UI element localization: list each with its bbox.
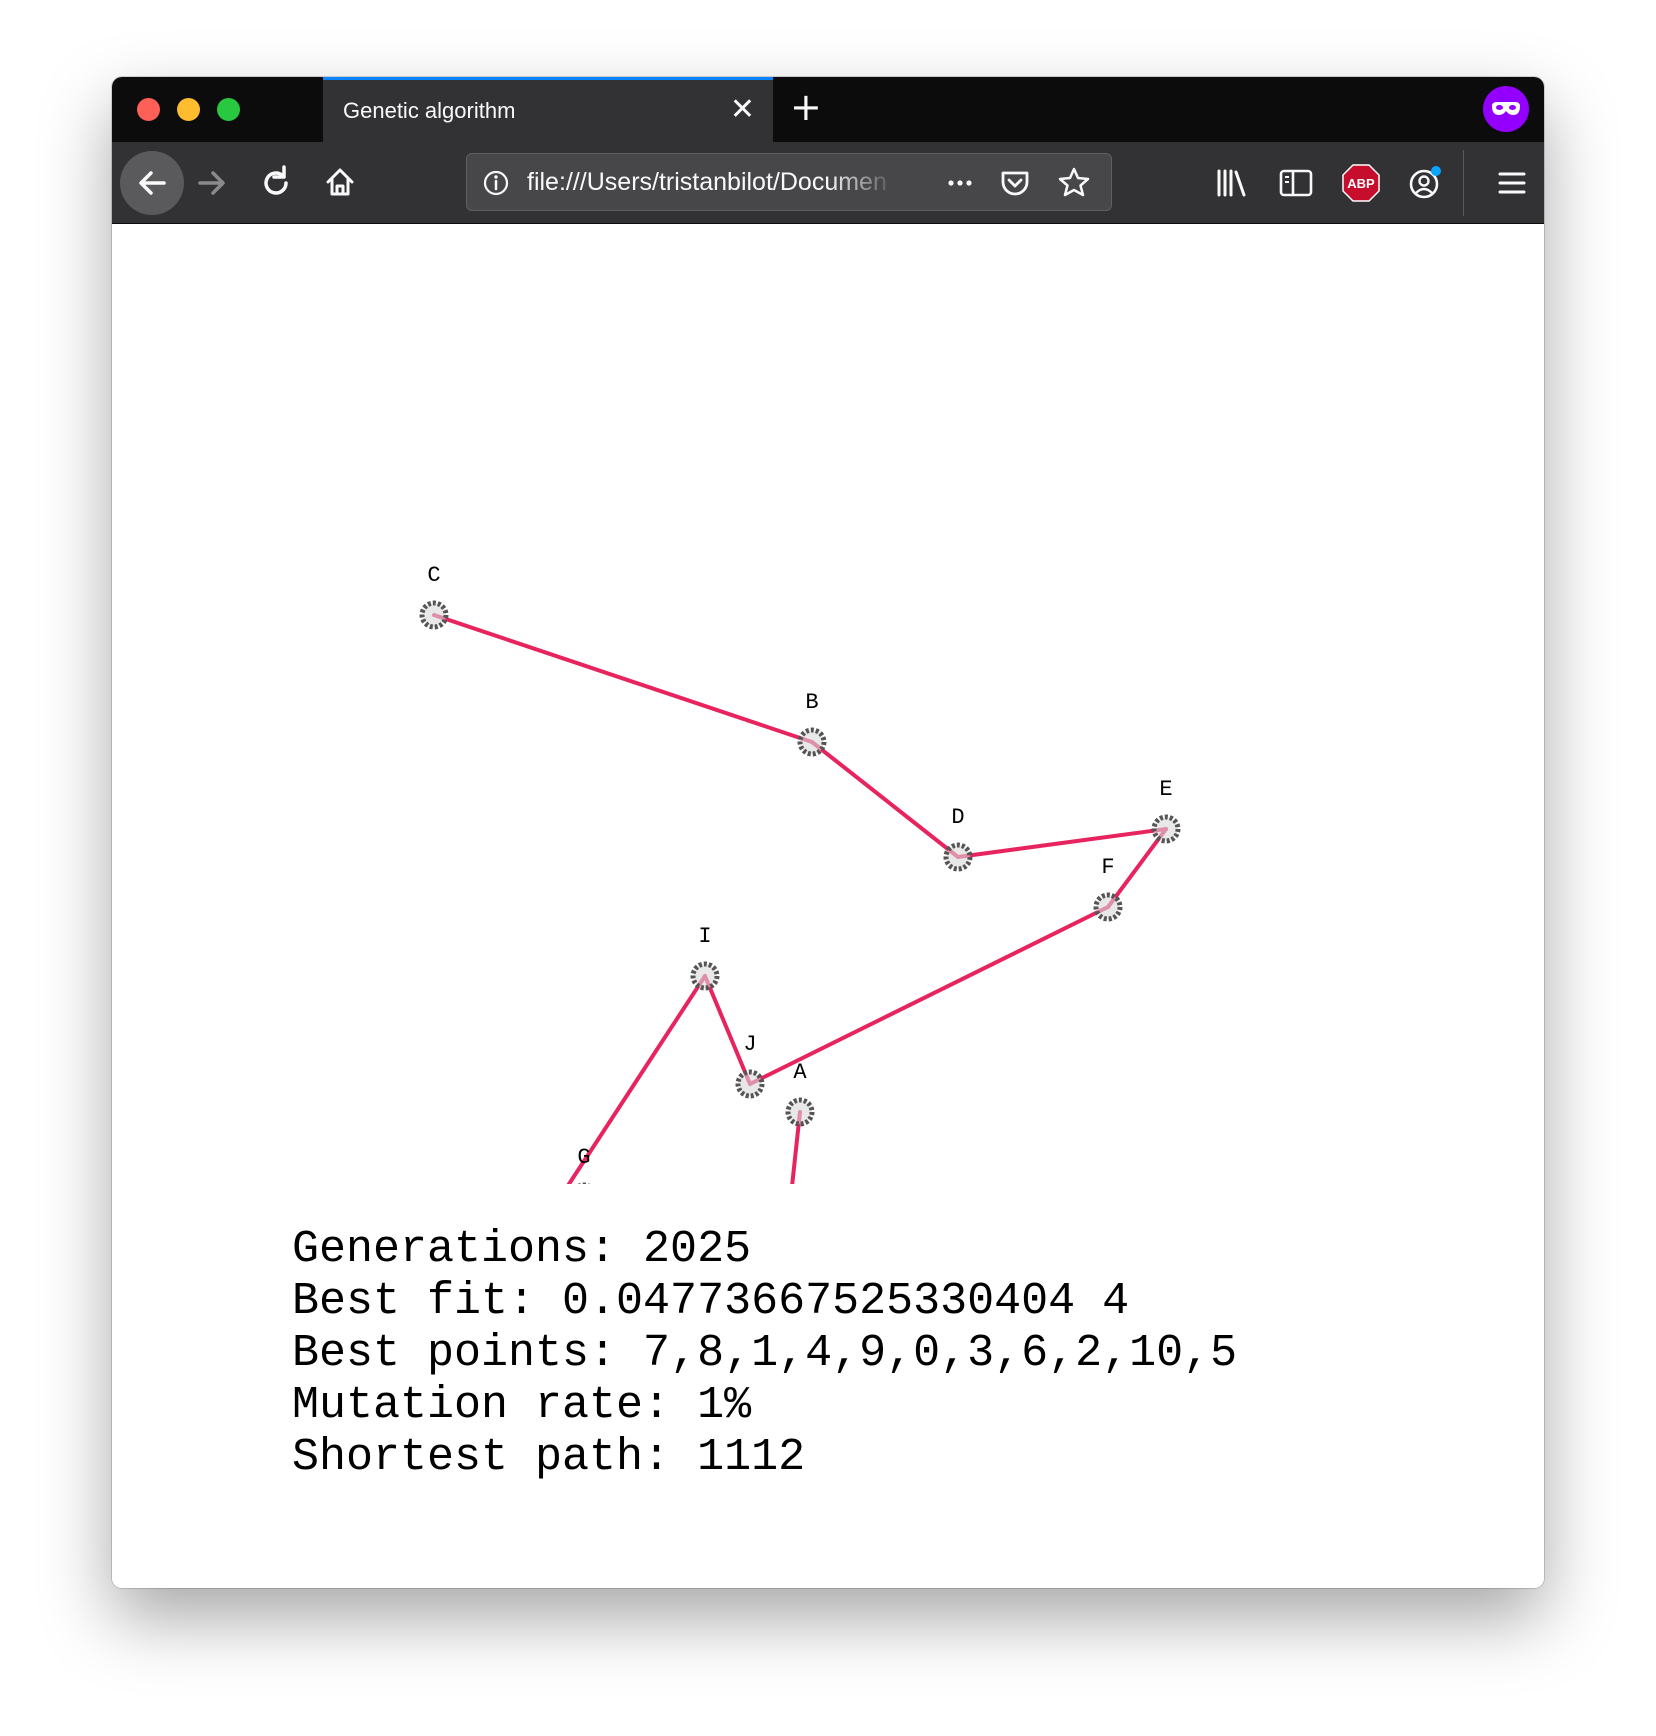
private-mask-icon[interactable] bbox=[1483, 86, 1529, 132]
city-label-c: C bbox=[427, 563, 440, 588]
city-label-f: F bbox=[1101, 855, 1114, 880]
maximize-window-button[interactable] bbox=[217, 98, 240, 121]
pocket-icon[interactable] bbox=[997, 165, 1033, 201]
navigation-toolbar: file:///Users/tristanbilot/Documents/ AB… bbox=[112, 142, 1544, 224]
path-segment bbox=[1106, 827, 1168, 909]
tab-genetic-algorithm[interactable]: Genetic algorithm ✕ bbox=[323, 77, 773, 142]
city-points bbox=[419, 600, 1181, 1184]
more-dots-icon[interactable] bbox=[943, 166, 977, 200]
library-icon[interactable] bbox=[1212, 163, 1252, 203]
tab-title: Genetic algorithm bbox=[343, 98, 516, 123]
city-label-d: D bbox=[951, 805, 964, 830]
sidebar-icon[interactable] bbox=[1276, 163, 1316, 203]
page-content: ABCDEFGHIJK Generations: 2025 Best fit: … bbox=[112, 224, 1544, 1588]
city-point-a bbox=[785, 1097, 815, 1127]
home-icon[interactable] bbox=[308, 151, 372, 215]
forward-arrow-icon[interactable] bbox=[180, 151, 244, 215]
city-point-b bbox=[797, 727, 827, 757]
city-point-i bbox=[690, 961, 720, 991]
adblock-label: ABP bbox=[1347, 176, 1375, 191]
hamburger-menu-icon[interactable] bbox=[1492, 163, 1532, 203]
back-arrow-icon[interactable] bbox=[120, 151, 184, 215]
close-tab-icon[interactable]: ✕ bbox=[730, 92, 755, 128]
star-icon[interactable] bbox=[1055, 164, 1093, 202]
generations-text: Generations: 2025 bbox=[292, 1224, 752, 1275]
city-point-j bbox=[735, 1069, 765, 1099]
path-segment bbox=[810, 740, 960, 859]
path-segment bbox=[566, 974, 707, 1184]
browser-window: Genetic algorithm ✕ + file:///Users/tris… bbox=[112, 77, 1544, 1588]
best-points-text: Best points: 7,8,1,4,9,0,3,6,2,10,5 bbox=[292, 1328, 1238, 1379]
city-label-a: A bbox=[793, 1060, 807, 1085]
minimize-window-button[interactable] bbox=[177, 98, 200, 121]
close-window-button[interactable] bbox=[137, 98, 160, 121]
reload-icon[interactable] bbox=[244, 151, 308, 215]
best-fit-text: Best fit: 0.04773667525330404 4 bbox=[292, 1276, 1130, 1327]
shortest-path-text: Shortest path: 1112 bbox=[292, 1432, 806, 1483]
city-label-j: J bbox=[743, 1032, 756, 1057]
address-bar[interactable]: file:///Users/tristanbilot/Documents/ bbox=[466, 153, 1112, 211]
mutation-rate-text: Mutation rate: 1% bbox=[292, 1380, 752, 1431]
city-labels: ABCDEFGHIJK bbox=[427, 563, 1172, 1170]
city-label-b: B bbox=[805, 690, 818, 715]
path-segment bbox=[703, 974, 752, 1086]
path-segment bbox=[748, 905, 1110, 1086]
city-point-e bbox=[1151, 814, 1181, 844]
city-point-f bbox=[1093, 892, 1123, 922]
city-point-c bbox=[419, 600, 449, 630]
info-icon[interactable] bbox=[479, 166, 513, 200]
tsp-canvas: ABCDEFGHIJK bbox=[419, 563, 1181, 1184]
path-segment bbox=[432, 613, 814, 744]
adblock-icon[interactable]: ABP bbox=[1340, 162, 1382, 204]
city-point-d bbox=[943, 842, 973, 872]
account-icon[interactable] bbox=[1404, 162, 1446, 204]
tab-bar: Genetic algorithm ✕ + bbox=[112, 77, 1544, 142]
city-label-g: G bbox=[577, 1145, 590, 1170]
city-label-i: I bbox=[698, 924, 711, 949]
stats-panel: Generations: 2025 Best fit: 0.0477366752… bbox=[292, 1224, 1237, 1484]
new-tab-button[interactable]: + bbox=[790, 87, 822, 127]
city-label-e: E bbox=[1159, 777, 1172, 802]
path-segment bbox=[956, 827, 1168, 859]
